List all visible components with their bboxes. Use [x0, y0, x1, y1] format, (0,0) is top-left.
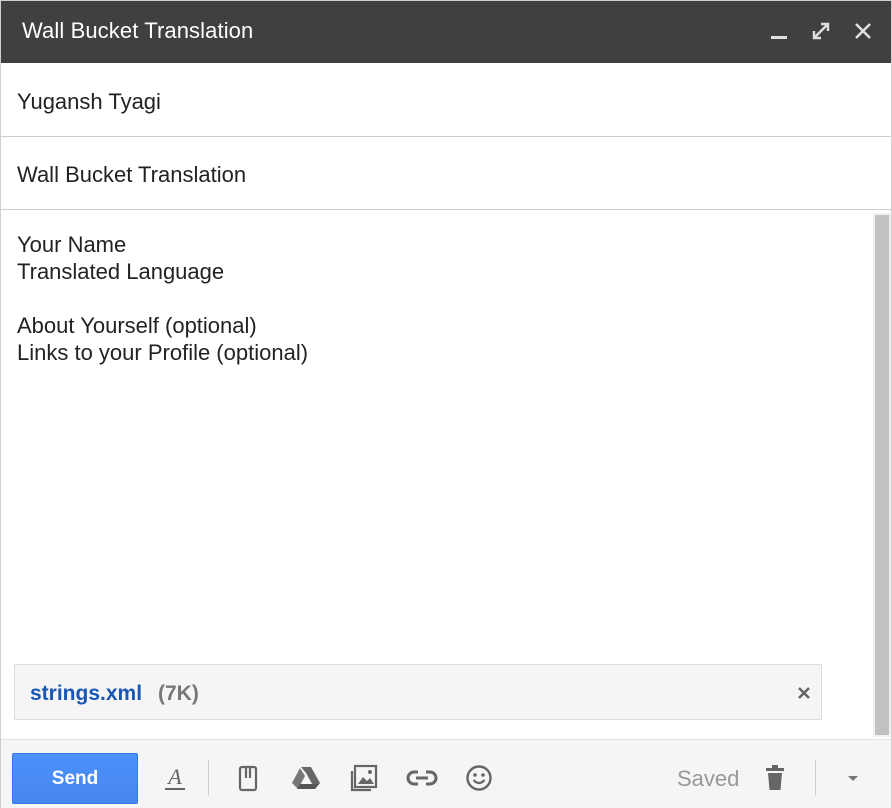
scrollbar-thumb[interactable] [875, 215, 889, 735]
message-body-text: Your Name Translated Language About Your… [17, 231, 857, 366]
body-line [17, 285, 857, 312]
svg-text:A: A [166, 764, 182, 789]
window-title: Wall Bucket Translation [22, 18, 254, 43]
attach-icon[interactable] [232, 762, 264, 794]
body-line: About Yourself (optional) [17, 313, 257, 338]
body-scrollbar[interactable] [873, 213, 891, 737]
close-icon[interactable] [849, 17, 877, 45]
toolbar-divider [208, 760, 209, 796]
send-button[interactable]: Send [12, 753, 138, 804]
subject-field[interactable]: Wall Bucket Translation [1, 137, 891, 210]
pop-out-icon[interactable] [807, 17, 835, 45]
body-line: Links to your Profile (optional) [17, 340, 309, 365]
attachment-chip[interactable]: strings.xml (7K) [14, 664, 822, 720]
attachment-filename[interactable]: strings.xml [30, 682, 142, 706]
title-bar[interactable]: Wall Bucket Translation [1, 1, 891, 63]
subject-text: Wall Bucket Translation [17, 162, 247, 187]
compose-toolbar: Send A Saved [1, 739, 891, 808]
body-line: Your Name [17, 232, 127, 257]
trash-icon[interactable] [759, 762, 791, 794]
emoji-icon[interactable] [463, 762, 495, 794]
message-body[interactable]: Your Name Translated Language About Your… [1, 211, 873, 739]
attachment-size: (7K) [158, 682, 199, 705]
body-line: Translated Language [17, 259, 225, 284]
minimize-icon[interactable] [765, 17, 793, 45]
recipient-name: Yugansh Tyagi [17, 89, 161, 114]
toolbar-divider [815, 760, 816, 796]
compose-window: Wall Bucket Translation Yugansh Tyagi Wa… [0, 0, 892, 808]
photo-icon[interactable] [348, 762, 380, 794]
drive-icon[interactable] [290, 762, 322, 794]
text-format-icon[interactable]: A [159, 762, 191, 794]
link-icon[interactable] [406, 762, 438, 794]
save-status: Saved [677, 766, 740, 791]
recipients-field[interactable]: Yugansh Tyagi [1, 64, 891, 137]
more-options-icon[interactable] [837, 762, 869, 794]
remove-attachment-icon[interactable] [795, 684, 813, 702]
